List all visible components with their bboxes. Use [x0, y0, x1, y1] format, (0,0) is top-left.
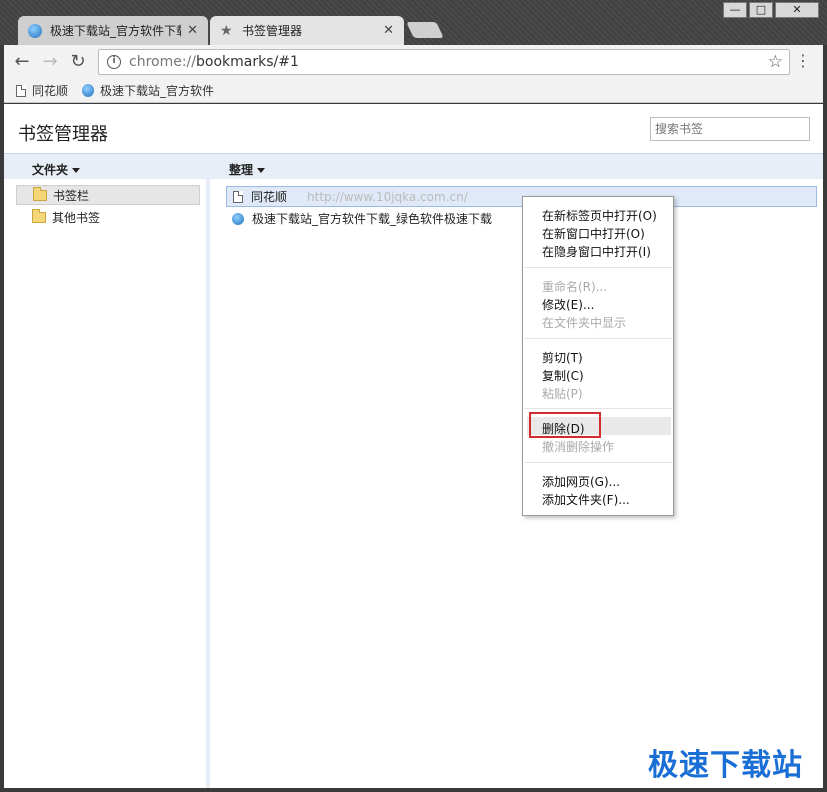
organize-dropdown[interactable]: 整理	[229, 161, 265, 178]
search-input[interactable]	[650, 117, 810, 141]
url-text[interactable]: chrome://bookmarks/#1	[129, 54, 299, 70]
browser-toolbar: ← → ↻ i chrome://bookmarks/#1 ☆ ⋮	[4, 45, 823, 79]
window-controls: — □ ✕	[723, 2, 819, 18]
bookmark-bar: 同花顺 极速下载站_官方软件	[4, 79, 823, 103]
folder-label: 其他书签	[52, 210, 101, 225]
bookmark-bar-item[interactable]: 极速下载站_官方软件	[82, 82, 214, 99]
page-icon	[16, 84, 26, 97]
bookmark-bar-label: 同花顺	[32, 84, 69, 98]
menu-icon[interactable]: ⋮	[795, 53, 811, 69]
menu-item-edit[interactable]: 修改(E)...	[542, 296, 594, 313]
tab-jisu[interactable]: 极速下载站_官方软件下载 ✕	[18, 16, 208, 45]
column-header: 文件夹 整理	[4, 153, 823, 179]
page-title: 书签管理器	[18, 124, 108, 145]
url-scheme: chrome://	[129, 54, 196, 70]
star-icon: ★	[220, 22, 233, 39]
menu-item-open-new-window[interactable]: 在新窗口中打开(O)	[542, 225, 645, 242]
delete-highlight-box	[529, 412, 601, 438]
forward-icon[interactable]: →	[40, 52, 60, 72]
close-window-button[interactable]: ✕	[775, 2, 819, 18]
menu-item-rename: 重命名(R)...	[542, 280, 608, 294]
bookmark-bar-item[interactable]: 同花顺	[16, 82, 68, 99]
close-tab-icon[interactable]: ✕	[187, 23, 198, 38]
bookmark-star-icon[interactable]: ☆	[768, 52, 783, 72]
page-icon	[233, 190, 243, 203]
back-icon[interactable]: ←	[12, 52, 32, 72]
reload-icon[interactable]: ↻	[68, 52, 88, 72]
new-tab-button[interactable]	[406, 22, 444, 38]
info-icon[interactable]: i	[107, 55, 121, 69]
folder-item-other-bookmarks[interactable]: 其他书签	[16, 207, 200, 227]
url-path: bookmarks/#1	[196, 54, 299, 70]
folder-item-bookmarks-bar[interactable]: 书签栏	[16, 185, 200, 205]
menu-item-paste: 粘贴(P)	[542, 387, 583, 401]
close-tab-icon[interactable]: ✕	[383, 23, 394, 38]
title-bar: — □ ✕ 极速下载站_官方软件下载 ✕ ★ 书签管理器 ✕	[0, 0, 827, 45]
bookmark-manager-page: 书签管理器 文件夹 整理 书签栏 其他书签 同花顺 http://www.10j…	[4, 104, 823, 788]
menu-separator	[524, 462, 672, 463]
address-bar[interactable]: i chrome://bookmarks/#1 ☆	[98, 49, 790, 75]
menu-item-add-page[interactable]: 添加网页(G)...	[542, 473, 620, 490]
bookmark-url: http://www.10jqka.com.cn/	[307, 189, 468, 204]
globe-icon	[28, 23, 42, 38]
menu-separator	[524, 267, 672, 268]
menu-separator	[524, 338, 672, 339]
folders-dropdown[interactable]: 文件夹	[32, 161, 80, 178]
folder-icon	[32, 208, 46, 223]
menu-item-open-incognito[interactable]: 在隐身窗口中打开(I)	[542, 243, 651, 260]
folder-icon	[33, 186, 47, 201]
folder-tree: 书签栏 其他书签	[4, 179, 206, 788]
menu-item-undo-delete: 撤消删除操作	[542, 440, 615, 454]
menu-separator	[524, 408, 672, 409]
bookmark-title: 同花顺	[251, 190, 288, 204]
context-menu: 在新标签页中打开(O) 在新窗口中打开(O) 在隐身窗口中打开(I) 重命名(R…	[522, 196, 674, 516]
minimize-button[interactable]: —	[723, 2, 747, 18]
bookmark-title: 极速下载站_官方软件下载_绿色软件极速下载	[252, 212, 493, 226]
menu-item-add-folder[interactable]: 添加文件夹(F)...	[542, 491, 630, 508]
folder-label: 书签栏	[53, 188, 90, 203]
bookmark-bar-label: 极速下载站_官方软件	[100, 84, 215, 98]
tab-label: 极速下载站_官方软件下载	[50, 24, 182, 38]
maximize-button[interactable]: □	[749, 2, 773, 18]
globe-icon	[82, 84, 95, 97]
watermark-logo: 极速下载站	[648, 748, 803, 783]
menu-item-open-new-tab[interactable]: 在新标签页中打开(O)	[542, 207, 657, 224]
menu-item-show-in-folder: 在文件夹中显示	[542, 316, 627, 330]
tab-label: 书签管理器	[242, 24, 303, 38]
globe-icon	[232, 212, 244, 225]
tab-bookmarks[interactable]: ★ 书签管理器 ✕	[210, 16, 404, 45]
menu-item-copy[interactable]: 复制(C)	[542, 367, 584, 384]
pane-splitter[interactable]	[206, 179, 210, 788]
menu-item-cut[interactable]: 剪切(T)	[542, 349, 583, 366]
